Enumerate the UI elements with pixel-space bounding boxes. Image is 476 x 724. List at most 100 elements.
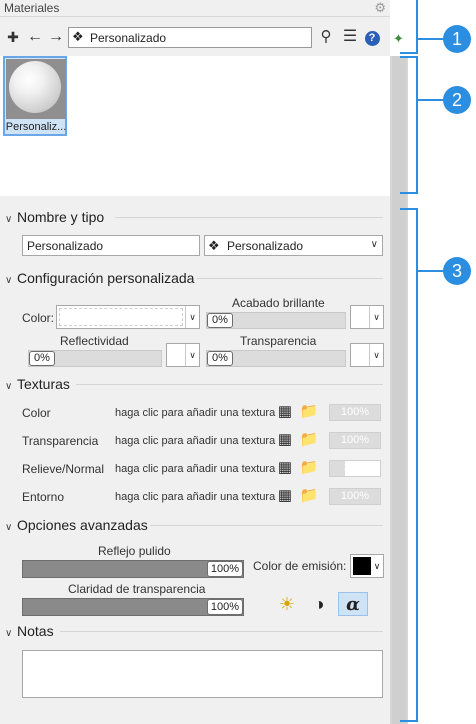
reflectivity-color-picker[interactable]: ∨ bbox=[166, 343, 200, 367]
texture-amount[interactable]: 100% bbox=[329, 432, 381, 449]
callout-bracket-2 bbox=[400, 56, 418, 194]
folder-icon[interactable]: 📁 bbox=[298, 459, 320, 477]
callout-bracket-3 bbox=[400, 208, 418, 722]
material-thumbnail[interactable]: Personaliz... bbox=[3, 56, 67, 136]
section-title: Texturas bbox=[17, 376, 70, 392]
material-preview-area: Personaliz... ▦ ▤ ◫ bbox=[0, 56, 390, 251]
materials-toolbar: ✚ ← → ❖ Personalizado ⚲ ☰ ? bbox=[0, 24, 390, 52]
chevron-down-icon: ∨ bbox=[373, 561, 381, 571]
chevron-down-icon: ∨ bbox=[5, 522, 13, 533]
material-type-value: Personalizado bbox=[227, 239, 304, 253]
folder-icon[interactable]: 📁 bbox=[298, 487, 320, 505]
new-material-icon[interactable]: ✚ bbox=[3, 27, 23, 47]
glossy-slider[interactable]: 0% bbox=[206, 312, 346, 329]
divider bbox=[115, 217, 383, 218]
help-icon[interactable]: ? bbox=[362, 27, 382, 47]
thumbnail-label: Personaliz... bbox=[5, 121, 67, 133]
callout-line-3 bbox=[418, 270, 444, 272]
emission-label: Color de emisión: bbox=[253, 559, 347, 573]
reflectivity-label: Reflectividad bbox=[60, 334, 129, 348]
section-header-name-type[interactable]: ∨ Nombre y tipo bbox=[5, 209, 104, 225]
material-type-select[interactable]: ❖ Personalizado ∨ bbox=[204, 235, 383, 256]
add-texture-link[interactable]: haga clic para añadir una textura bbox=[115, 435, 275, 447]
gear-icon[interactable]: ⚙ bbox=[374, 0, 386, 16]
callout-3: 3 bbox=[443, 257, 471, 285]
material-sphere-preview bbox=[9, 61, 61, 113]
search-icon[interactable]: ⚲ bbox=[316, 27, 336, 47]
callout-1: 1 bbox=[443, 25, 471, 53]
section-header-notes[interactable]: ∨ Notas bbox=[5, 623, 54, 639]
chevron-down-icon: ∨ bbox=[369, 306, 383, 328]
section-header-advanced[interactable]: ∨ Opciones avanzadas bbox=[5, 517, 148, 533]
material-type-icon: ❖ bbox=[208, 238, 220, 253]
color-swatch bbox=[353, 346, 367, 364]
folder-icon[interactable]: 📁 bbox=[298, 431, 320, 449]
callout-line-2 bbox=[418, 99, 444, 101]
section-header-custom[interactable]: ∨ Configuración personalizada bbox=[5, 270, 194, 286]
forward-arrow-icon[interactable]: → bbox=[46, 27, 66, 47]
transparency-slider[interactable]: 0% bbox=[206, 350, 346, 367]
texture-amount[interactable]: 100% bbox=[329, 404, 381, 421]
checker-icon[interactable]: ▦ bbox=[276, 431, 294, 449]
add-texture-link[interactable]: haga clic para añadir una textura bbox=[115, 491, 275, 503]
back-arrow-icon[interactable]: ← bbox=[25, 27, 45, 47]
chevron-down-icon: ∨ bbox=[185, 306, 199, 328]
alpha-icon[interactable]: α bbox=[338, 592, 368, 616]
callout-bracket-1 bbox=[400, 0, 418, 54]
divider bbox=[150, 525, 383, 526]
emission-color-picker[interactable]: ∨ bbox=[350, 554, 384, 578]
transparency-value: 0% bbox=[207, 351, 233, 366]
contrast-icon[interactable]: ◑ bbox=[307, 592, 331, 616]
section-title: Notas bbox=[17, 623, 54, 639]
color-swatch bbox=[169, 346, 183, 364]
glossy-color-picker[interactable]: ∨ bbox=[350, 305, 384, 329]
chevron-down-icon: ∨ bbox=[5, 214, 13, 225]
section-title: Configuración personalizada bbox=[17, 270, 195, 286]
reflectivity-slider[interactable]: 0% bbox=[28, 350, 162, 367]
texture-amount[interactable]: 30% bbox=[329, 460, 381, 477]
chevron-down-icon: ∨ bbox=[369, 344, 383, 366]
color-picker[interactable]: ∨ bbox=[56, 305, 200, 329]
chevron-down-icon: ∨ bbox=[5, 381, 13, 392]
divider bbox=[60, 631, 383, 632]
checker-icon[interactable]: ▦ bbox=[276, 403, 294, 421]
clarity-slider[interactable]: 100% bbox=[22, 598, 244, 616]
notes-textarea[interactable] bbox=[22, 650, 383, 698]
transparency-label: Transparencia bbox=[240, 334, 317, 348]
material-name-value: Personalizado bbox=[27, 239, 104, 253]
emission-swatch bbox=[353, 557, 371, 575]
add-texture-link[interactable]: haga clic para añadir una textura bbox=[115, 463, 275, 475]
panel-titlebar: Materiales ⚙ bbox=[0, 0, 390, 17]
material-name-text: Personalizado bbox=[90, 31, 167, 45]
folder-icon[interactable]: 📁 bbox=[298, 403, 320, 421]
material-type-icon: ❖ bbox=[72, 29, 84, 44]
section-title: Opciones avanzadas bbox=[17, 517, 148, 533]
callout-line-1 bbox=[418, 38, 444, 40]
material-name-box[interactable]: ❖ Personalizado bbox=[68, 27, 312, 48]
glossy-value: 0% bbox=[207, 313, 233, 328]
texture-name: Relieve/Normal bbox=[22, 462, 105, 476]
checker-icon[interactable]: ▦ bbox=[276, 459, 294, 477]
polish-label: Reflejo pulido bbox=[98, 544, 171, 558]
glossy-label: Acabado brillante bbox=[232, 296, 325, 310]
texture-name: Entorno bbox=[22, 490, 65, 504]
polish-slider[interactable]: 100% bbox=[22, 560, 244, 578]
texture-name: Transparencia bbox=[22, 434, 99, 448]
lamp-icon[interactable]: ☀ bbox=[275, 592, 299, 616]
clarity-value: 100% bbox=[206, 599, 243, 615]
chevron-down-icon: ∨ bbox=[5, 628, 13, 639]
clarity-label: Claridad de transparencia bbox=[68, 582, 206, 596]
checker-icon[interactable]: ▦ bbox=[276, 487, 294, 505]
section-header-textures[interactable]: ∨ Texturas bbox=[5, 376, 70, 392]
chevron-down-icon: ∨ bbox=[370, 239, 378, 250]
transparency-color-picker[interactable]: ∨ bbox=[350, 343, 384, 367]
chevron-down-icon: ∨ bbox=[5, 275, 13, 286]
texture-name: Color bbox=[22, 406, 51, 420]
add-texture-link[interactable]: haga clic para añadir una textura bbox=[115, 407, 275, 419]
divider bbox=[197, 278, 383, 279]
menu-icon[interactable]: ☰ bbox=[340, 27, 360, 47]
reflectivity-value: 0% bbox=[29, 351, 55, 366]
material-name-field[interactable]: Personalizado bbox=[22, 235, 200, 256]
color-swatch bbox=[353, 308, 367, 326]
texture-amount[interactable]: 100% bbox=[329, 488, 381, 505]
